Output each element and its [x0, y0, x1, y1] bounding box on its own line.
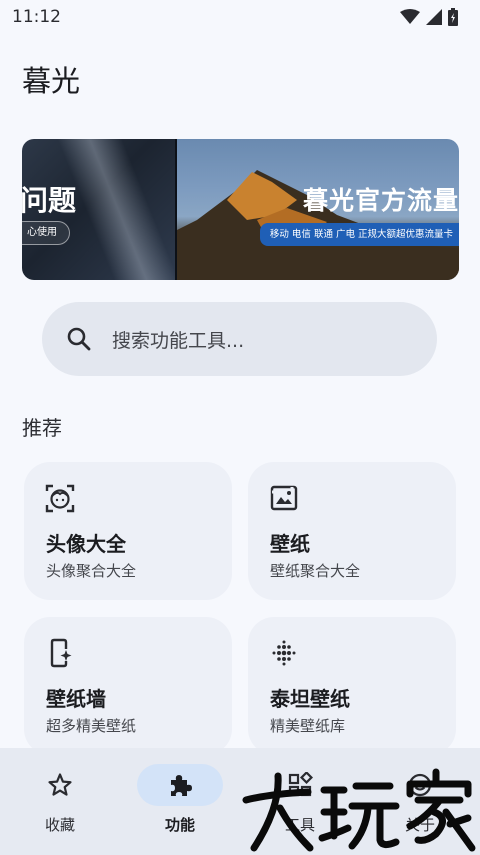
card-subtitle: 精美壁纸库	[270, 717, 346, 735]
card-title: 泰坦壁纸	[270, 687, 350, 711]
status-time: 11:12	[12, 7, 61, 27]
nav-label: 功能	[164, 816, 195, 834]
card-wallpaper-wall[interactable]: 壁纸墙 超多精美壁纸	[24, 617, 232, 755]
signal-icon	[426, 9, 442, 25]
card-subtitle: 头像聚合大全	[46, 562, 137, 580]
banner-right-chip: 移动 电信 联通 广电 正规大额超优惠流量卡	[259, 223, 459, 246]
banner-carousel[interactable]: 问题 心使用 暮光官方流量 移动 电信 联通 广电 正规大额超优惠流量卡	[22, 139, 459, 280]
card-title: 壁纸	[270, 532, 310, 556]
card-title: 头像大全	[46, 532, 126, 556]
watermark-logo	[242, 768, 476, 852]
search-input[interactable]: 搜索功能工具...	[112, 326, 244, 353]
nav-item-features[interactable]: 功能	[120, 748, 240, 855]
card-subtitle: 壁纸聚合大全	[270, 562, 361, 580]
search-bar[interactable]: 搜索功能工具...	[42, 302, 437, 376]
banner-left-chip: 心使用	[22, 221, 70, 245]
nav-pill	[17, 764, 103, 806]
app-title: 暮光	[22, 64, 81, 98]
mountain-image	[177, 170, 459, 280]
status-bar: 11:12	[0, 0, 480, 34]
nav-label: 收藏	[44, 816, 75, 834]
banner-right-heading: 暮光官方流量	[302, 186, 459, 215]
banner-slide-previous[interactable]: 问题 心使用	[22, 139, 175, 280]
nav-pill-active	[137, 764, 223, 806]
wifi-icon	[400, 9, 420, 24]
puzzle-icon	[171, 775, 192, 796]
card-subtitle: 超多精美壁纸	[46, 717, 137, 735]
card-title: 壁纸墙	[46, 687, 106, 711]
status-icons	[400, 8, 458, 26]
battery-icon	[448, 8, 458, 26]
card-wallpaper[interactable]: 壁纸 壁纸聚合大全	[248, 462, 456, 600]
search-icon	[66, 326, 92, 352]
nav-item-favorites[interactable]: 收藏	[0, 748, 120, 855]
banner-slide-current[interactable]: 暮光官方流量 移动 电信 联通 广电 正规大额超优惠流量卡	[177, 139, 459, 280]
banner-left-heading: 问题	[22, 184, 77, 217]
face-icon	[45, 484, 75, 513]
card-avatar[interactable]: 头像大全 头像聚合大全	[24, 462, 232, 600]
dot-grid-icon	[272, 640, 296, 666]
star-icon	[48, 773, 72, 796]
phone-sparkle-icon	[50, 638, 72, 668]
section-title-recommend: 推荐	[22, 416, 62, 440]
image-icon	[270, 485, 298, 511]
card-titan-wallpaper[interactable]: 泰坦壁纸 精美壁纸库	[248, 617, 456, 755]
